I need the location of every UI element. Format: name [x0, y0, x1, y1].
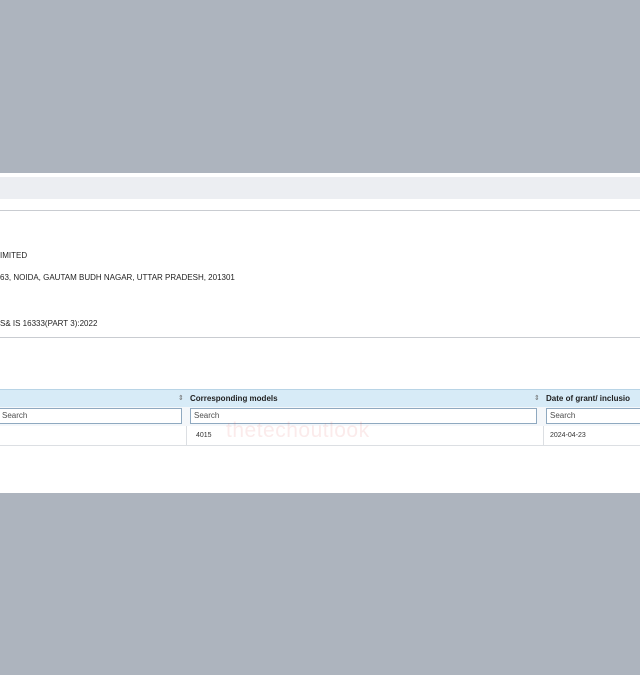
filter-row [0, 407, 640, 426]
sort-icon[interactable]: ⇕ [178, 390, 184, 407]
divider [0, 210, 640, 211]
toolbar-strip [0, 177, 640, 199]
column-header-1[interactable] [4, 390, 174, 407]
standard-info: S& IS 16333(PART 3):2022 [0, 319, 98, 328]
table-cell: 2024-04-23 [550, 432, 586, 439]
divider [0, 337, 640, 338]
column-header-date-of-grant[interactable]: Date of grant/ inclusio [546, 390, 640, 407]
search-input-col-1[interactable] [0, 408, 182, 424]
column-divider [543, 426, 544, 445]
table-row: 4015 2024-04-23 [0, 426, 640, 446]
column-divider [186, 426, 187, 445]
company-address: 63, NOIDA, GAUTAM BUDH NAGAR, UTTAR PRAD… [0, 273, 235, 282]
company-name: IMITED [0, 251, 28, 260]
sort-icon[interactable]: ⇕ [534, 390, 540, 407]
content-panel: IMITED 63, NOIDA, GAUTAM BUDH NAGAR, UTT… [0, 173, 640, 493]
table-cell: 4015 [196, 432, 212, 439]
search-input-date-of-grant[interactable] [546, 408, 640, 424]
table-header: ⇕ Corresponding models ⇕ Date of grant/ … [0, 389, 640, 408]
search-input-corresponding-models[interactable] [190, 408, 537, 424]
column-header-corresponding-models[interactable]: Corresponding models [190, 390, 530, 407]
